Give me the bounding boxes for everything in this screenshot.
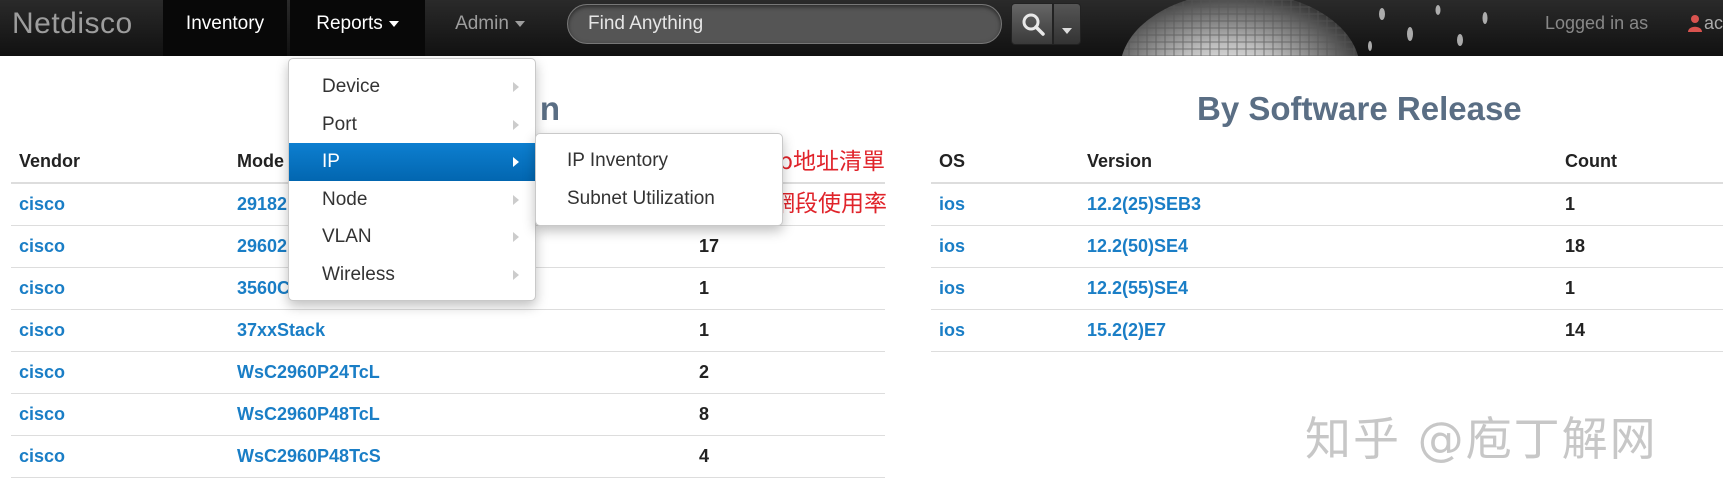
chevron-right-icon (513, 269, 519, 280)
count-value: 1 (691, 267, 885, 310)
search-button[interactable] (1011, 3, 1053, 45)
menu-item-label: Subnet Utilization (567, 187, 715, 209)
count-value: 4 (691, 435, 885, 478)
menu-item-label: Port (322, 113, 357, 135)
version-link[interactable]: 12.2(50)SE4 (1087, 236, 1188, 256)
count-value: 17 (691, 225, 885, 268)
user-name[interactable]: ac (1704, 0, 1723, 46)
count-value: 14 (1557, 309, 1723, 352)
version-link[interactable]: 15.2(2)E7 (1087, 320, 1166, 340)
col-os[interactable]: OS (931, 141, 1079, 184)
logged-in-label: Logged in as (1545, 13, 1649, 33)
vendor-link[interactable]: cisco (19, 446, 65, 466)
chevron-right-icon (513, 194, 519, 205)
chevron-down-icon (388, 20, 399, 27)
nav-admin[interactable]: Admin (440, 0, 540, 56)
chevron-down-icon (514, 20, 525, 27)
os-link[interactable]: ios (939, 278, 965, 298)
menu-item-label: IP (322, 151, 340, 172)
software-release-title: By Software Release (1197, 90, 1522, 127)
count-value: 1 (1557, 267, 1723, 310)
nav-reports[interactable]: Reports (290, 0, 425, 56)
table-row: cisco WsC2960P48TcL 8 (11, 393, 885, 436)
subnet-annotation: 網段使用率 (772, 191, 887, 217)
reports-dropdown-menu: Device Port IP Node VLAN Wireless (288, 58, 536, 301)
nav-inventory[interactable]: Inventory (163, 0, 287, 56)
count-value: 8 (691, 393, 885, 436)
table-row: ios 12.2(55)SE4 1 (931, 267, 1723, 310)
col-version[interactable]: Version (1079, 141, 1557, 184)
os-link[interactable]: ios (939, 320, 965, 340)
nav-admin-label: Admin (455, 13, 509, 34)
menu-item-label: VLAN (322, 226, 372, 247)
version-link[interactable]: 12.2(55)SE4 (1087, 278, 1188, 298)
nav-inventory-label: Inventory (185, 13, 265, 34)
menu-item-label: Node (322, 188, 368, 210)
chevron-right-icon (513, 232, 519, 242)
vendor-link[interactable]: cisco (19, 236, 65, 256)
count-value: 18 (1557, 225, 1723, 268)
menu-item-label: Wireless (322, 263, 395, 285)
ip-inventory-annotation: ip地址清單 (772, 149, 885, 175)
brand-logo[interactable]: Netdisco (12, 7, 133, 41)
vendor-link[interactable]: cisco (19, 404, 65, 424)
table-row: cisco WsC2960P48TcS 4 (11, 435, 885, 478)
model-link[interactable]: WsC2960P24TcL (237, 362, 380, 382)
menu-item-label: IP Inventory (567, 150, 669, 171)
table-row: ios 12.2(25)SEB3 1 (931, 183, 1723, 226)
model-link[interactable]: 29602 (237, 236, 287, 256)
model-link[interactable]: WsC2960P48TcS (237, 446, 381, 466)
menu-item-ip[interactable]: IP (289, 143, 535, 181)
table-header-row: OS Version Count (931, 141, 1723, 184)
submenu-item-ip-inventory[interactable]: IP Inventory (536, 142, 782, 180)
table-row: ios 12.2(50)SE4 18 (931, 225, 1723, 268)
search-options-button[interactable] (1053, 3, 1081, 45)
submenu-item-subnet-utilization[interactable]: Subnet Utilization (536, 180, 782, 218)
table-row: cisco WsC2960P24TcL 2 (11, 351, 885, 394)
model-link[interactable]: WsC2960P48TcL (237, 404, 380, 424)
version-link[interactable]: 12.2(25)SEB3 (1087, 194, 1201, 214)
top-navbar: Netdisco Inventory Reports Admin Find An… (0, 0, 1723, 56)
vendor-link[interactable]: cisco (19, 278, 65, 298)
user-icon (1688, 15, 1702, 32)
chevron-right-icon (513, 119, 519, 130)
disco-ball-decoration (1121, 0, 1488, 56)
model-link[interactable]: 3560C (237, 278, 290, 298)
search-input[interactable]: Find Anything (567, 4, 1002, 44)
menu-item-wireless[interactable]: Wireless (289, 256, 535, 294)
col-vendor[interactable]: Vendor (11, 141, 229, 184)
menu-item-port[interactable]: Port (289, 106, 535, 144)
software-release-table: OS Version Count ios 12.2(25)SEB3 1 ios … (931, 141, 1723, 352)
nav-reports-label: Reports (316, 13, 383, 34)
chevron-right-icon (513, 82, 519, 92)
count-value: 2 (691, 351, 885, 394)
os-link[interactable]: ios (939, 194, 965, 214)
search-icon (1022, 13, 1045, 36)
chevron-down-icon (1062, 28, 1072, 34)
model-link[interactable]: 29182 (237, 194, 287, 214)
watermark-text: 知乎 @庖丁解网 (1305, 412, 1658, 466)
table-row: ios 15.2(2)E7 14 (931, 309, 1723, 352)
os-link[interactable]: ios (939, 236, 965, 256)
chevron-right-icon (513, 157, 519, 167)
menu-item-node[interactable]: Node (289, 181, 535, 219)
menu-item-label: Device (322, 76, 381, 97)
menu-item-vlan[interactable]: VLAN (289, 218, 535, 256)
count-value: 1 (1557, 183, 1723, 226)
vendor-link[interactable]: cisco (19, 362, 65, 382)
vendor-link[interactable]: cisco (19, 320, 65, 340)
table-row: cisco 37xxStack 1 (11, 309, 885, 352)
count-value: 1 (691, 309, 885, 352)
col-count[interactable]: Count (1557, 141, 1723, 184)
menu-item-device[interactable]: Device (289, 68, 535, 106)
model-link[interactable]: 37xxStack (237, 320, 325, 340)
ip-submenu: IP Inventory Subnet Utilization (535, 133, 783, 226)
vendor-link[interactable]: cisco (19, 194, 65, 214)
